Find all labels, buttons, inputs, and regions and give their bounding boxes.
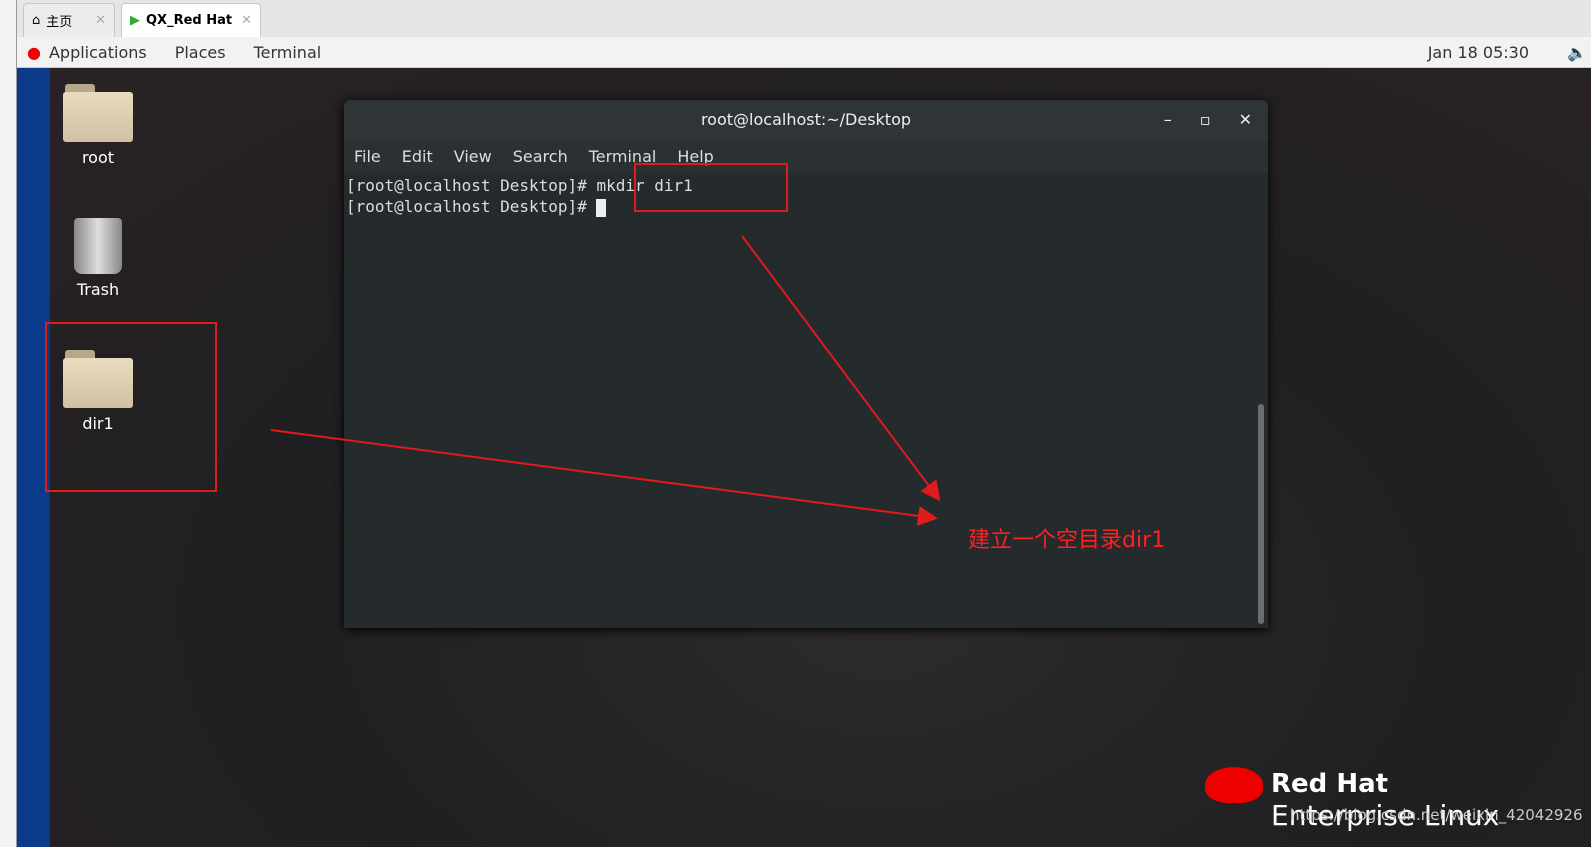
arrow-line	[270, 429, 938, 526]
arrow-line	[741, 235, 941, 502]
watermark: https://blog.csdn.net/weixin_42042926	[1290, 806, 1583, 824]
annotation-arrows	[270, 235, 941, 526]
annotation-text: 建立一个空目录dir1	[968, 528, 1166, 553]
